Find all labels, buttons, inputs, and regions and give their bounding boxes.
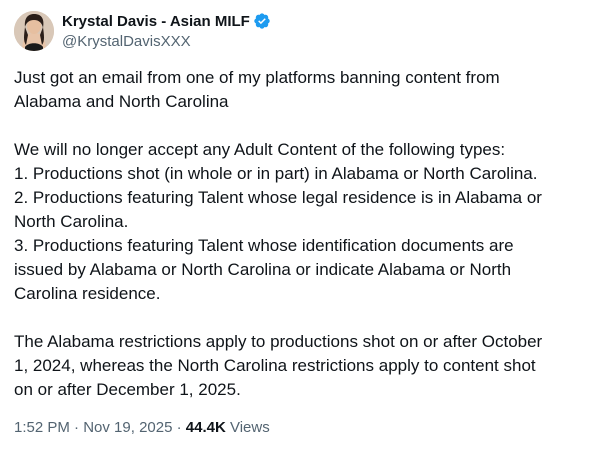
tweet-paragraph: Just got an email from one of my platfor…: [14, 66, 579, 114]
text-line: on or after December 1, 2025.: [14, 380, 241, 399]
tweet-date: Nov 19, 2025: [83, 419, 173, 436]
text-line: 1, 2024, whereas the North Carolina rest…: [14, 356, 536, 375]
text-line: We will no longer accept any Adult Conte…: [14, 140, 506, 159]
text-line: 2. Productions featuring Talent whose le…: [14, 188, 542, 207]
views-label: Views: [225, 419, 270, 436]
text-line: 1. Productions shot (in whole or in part…: [14, 164, 538, 183]
meta-separator: ·: [172, 419, 186, 436]
avatar-image: [14, 11, 54, 51]
tweet-paragraph: We will no longer accept any Adult Conte…: [14, 138, 579, 306]
display-name[interactable]: Krystal Davis - Asian MILF: [62, 13, 250, 30]
tweet-header: Krystal Davis - Asian MILF @KrystalDavis…: [14, 11, 574, 53]
author-names: Krystal Davis - Asian MILF @KrystalDavis…: [62, 11, 271, 50]
tweet-time: 1:52 PM: [14, 419, 70, 436]
text-line: 3. Productions featuring Talent whose id…: [14, 236, 514, 255]
tweet-timestamp[interactable]: 1:52 PM · Nov 19, 2025: [14, 419, 172, 436]
text-line: Alabama and North Carolina: [14, 92, 229, 111]
text-line: issued by Alabama or North Carolina or i…: [14, 260, 512, 279]
avatar[interactable]: [14, 11, 54, 51]
tweet: Krystal Davis - Asian MILF @KrystalDavis…: [0, 0, 591, 453]
verified-badge-icon: [253, 12, 271, 30]
text-line: North Carolina.: [14, 212, 129, 231]
views-count: 44.4K: [185, 419, 226, 436]
tweet-paragraph: The Alabama restrictions apply to produc…: [14, 330, 579, 402]
meta-separator: ·: [69, 419, 84, 436]
text-line: Just got an email from one of my platfor…: [14, 68, 500, 87]
text-line: Carolina residence.: [14, 284, 161, 303]
user-handle[interactable]: @KrystalDavisXXX: [62, 33, 271, 50]
tweet-meta: 1:52 PM · Nov 19, 2025 · 44.4K Views: [14, 418, 270, 438]
display-name-row[interactable]: Krystal Davis - Asian MILF: [62, 11, 271, 31]
text-line: The Alabama restrictions apply to produc…: [14, 332, 543, 351]
tweet-text: Just got an email from one of my platfor…: [14, 66, 579, 402]
